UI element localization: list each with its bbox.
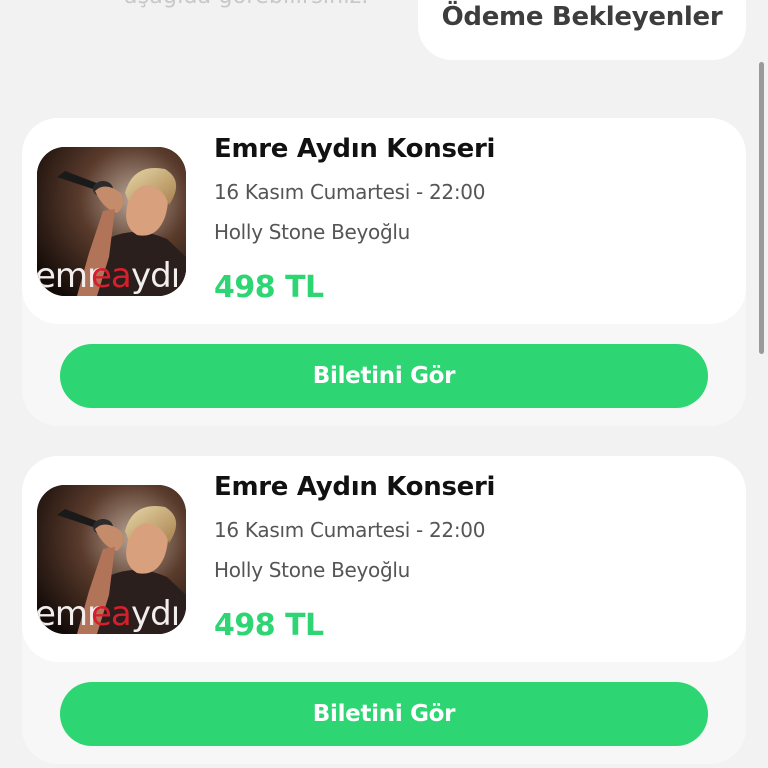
- event-price: 498 TL: [214, 608, 324, 643]
- svg-text:ydı: ydı: [131, 256, 179, 296]
- event-price: 498 TL: [214, 270, 324, 305]
- event-image: emr ea ydı: [37, 147, 186, 296]
- svg-text:ydı: ydı: [131, 594, 179, 634]
- event-title: Emre Aydın Konseri: [214, 472, 496, 502]
- logo-overlay: emr ea ydı: [37, 251, 186, 296]
- emre-aydin-logo-icon: emr ea ydı: [37, 594, 180, 634]
- svg-text:ea: ea: [91, 256, 131, 296]
- scrollbar-thumb[interactable]: [759, 62, 764, 354]
- event-date: 16 Kasım Cumartesi - 22:00: [214, 518, 486, 542]
- logo-overlay: emr ea ydı: [37, 589, 186, 634]
- ticket-card: emr ea ydı Emre Aydın Konseri 16 Kasım C…: [22, 456, 746, 764]
- tab-pending-payments[interactable]: Ödeme Bekleyenler: [418, 0, 746, 60]
- event-venue: Holly Stone Beyoğlu: [214, 220, 411, 244]
- event-venue: Holly Stone Beyoğlu: [214, 558, 411, 582]
- ticket-details[interactable]: emr ea ydı Emre Aydın Konseri 16 Kasım C…: [22, 118, 746, 324]
- emre-aydin-logo-icon: emr ea ydı: [37, 256, 180, 296]
- view-ticket-button[interactable]: Biletini Gör: [60, 682, 708, 746]
- view-ticket-button[interactable]: Biletini Gör: [60, 344, 708, 408]
- svg-text:ea: ea: [91, 594, 131, 634]
- event-image: emr ea ydı: [37, 485, 186, 634]
- ticket-card: emr ea ydı Emre Aydın Konseri 16 Kasım C…: [22, 118, 746, 426]
- event-title: Emre Aydın Konseri: [214, 134, 496, 164]
- purchased-tickets-screen: aşağıda görebilirsiniz. Ödeme Bekleyenle…: [0, 0, 768, 768]
- ticket-details[interactable]: emr ea ydı Emre Aydın Konseri 16 Kasım C…: [22, 456, 746, 662]
- page-subtitle: aşağıda görebilirsiniz.: [124, 0, 369, 9]
- event-date: 16 Kasım Cumartesi - 22:00: [214, 180, 486, 204]
